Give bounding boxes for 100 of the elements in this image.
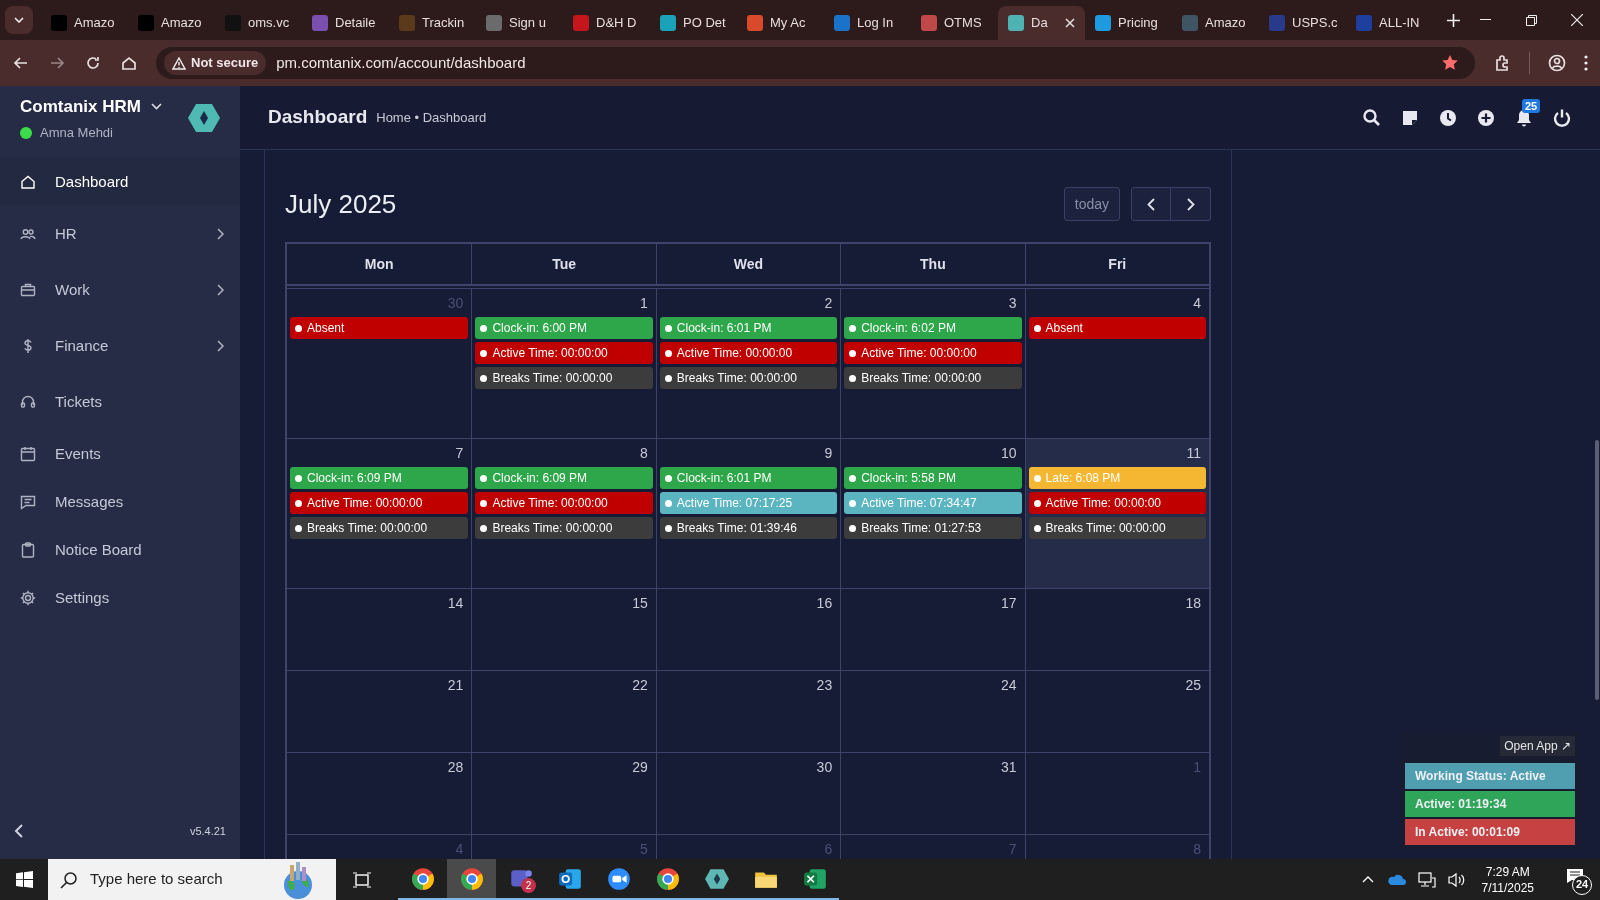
sidebar-item[interactable]: Events [0, 430, 240, 478]
cloud-icon[interactable] [1385, 873, 1406, 886]
open-app-button[interactable]: Open App ↗ [1500, 736, 1575, 756]
menu-icon[interactable] [1584, 55, 1588, 71]
browser-tab[interactable]: Amazo [41, 6, 128, 40]
browser-tab[interactable]: Detaile [302, 6, 389, 40]
previous-button[interactable] [1131, 187, 1171, 221]
collapse-icon[interactable] [14, 824, 23, 838]
day-cell[interactable]: 15 [471, 589, 656, 670]
reload-icon[interactable] [84, 54, 102, 72]
scrollbar-thumb[interactable] [1595, 440, 1599, 700]
chevron-down-icon[interactable] [150, 102, 162, 110]
day-cell[interactable]: 21 [287, 671, 472, 752]
extensions-icon[interactable] [1493, 54, 1511, 72]
day-cell[interactable]: 22 [471, 671, 656, 752]
taskbar-app[interactable]: 2 [496, 859, 545, 900]
calendar-event[interactable]: Active Time: 00:00:00 [659, 342, 838, 364]
browser-tab[interactable]: Pricing [1085, 6, 1172, 40]
day-cell[interactable]: 4 Absent [1024, 289, 1209, 438]
tab-search-button[interactable] [5, 6, 33, 34]
app-name[interactable]: Comtanix HRM [20, 93, 141, 119]
sidebar-item[interactable]: Settings [0, 574, 240, 622]
sidebar-item[interactable]: Finance [0, 318, 240, 374]
taskbar-search-field[interactable]: Type here to search [48, 859, 336, 900]
day-cell[interactable]: 30 Absent [287, 289, 472, 438]
day-cell[interactable]: 18 [1024, 589, 1209, 670]
calendar-event[interactable]: Absent [290, 317, 469, 339]
browser-tab[interactable]: Amazo [1172, 6, 1259, 40]
star-icon[interactable] [1441, 54, 1459, 72]
day-number: 29 [632, 757, 648, 777]
browser-tab[interactable]: My Ac [737, 6, 824, 40]
browser-app-icon [458, 865, 485, 892]
profile-icon[interactable] [1548, 54, 1566, 72]
day-cell[interactable]: 31 [840, 753, 1025, 834]
power-icon[interactable] [1552, 107, 1572, 128]
sidebar-item[interactable]: Tickets [0, 374, 240, 430]
calendar-event[interactable]: Breaks Time: 00:00:00 [1028, 517, 1206, 539]
browser-tab[interactable]: Sign u [476, 6, 563, 40]
calendar-event[interactable]: Breaks Time: 00:00:00 [475, 517, 653, 539]
day-cell[interactable]: 10 Clock-in: 5:58 PM Active Time: 07:34:47 Breaks Time: 01:27:53 [840, 439, 1025, 588]
video-app-icon [605, 865, 632, 892]
browser-tab[interactable]: D&H D [563, 6, 650, 40]
day-cell[interactable]: 25 [1024, 671, 1209, 752]
taskbar-app[interactable] [447, 859, 496, 900]
next-button[interactable] [1171, 187, 1211, 221]
calendar-event[interactable]: Breaks Time: 01:39:46 [659, 517, 838, 539]
today-button[interactable]: today [1063, 187, 1120, 221]
day-cell[interactable]: 30 [655, 753, 841, 834]
calendar-event[interactable]: Active Time: 00:00:00 [475, 492, 653, 514]
close-icon[interactable] [1065, 18, 1075, 28]
security-chip[interactable]: Not secure [164, 51, 267, 75]
calendar-event[interactable]: Active Time: 00:00:00 [1028, 492, 1206, 514]
volume-icon[interactable] [1447, 871, 1466, 888]
browser-tab[interactable]: Trackin [389, 6, 476, 40]
calendar-event[interactable]: Active Time: 00:00:00 [290, 492, 469, 514]
browser-tab[interactable]: oms.vc [215, 6, 302, 40]
calendar-event[interactable]: Absent [1028, 317, 1206, 339]
calendar-event[interactable]: Breaks Time: 00:00:00 [844, 367, 1022, 389]
day-cell[interactable]: 23 [655, 671, 841, 752]
browser-tab[interactable]: Da [998, 6, 1085, 40]
sidebar-item[interactable]: Messages [0, 478, 240, 526]
add-icon[interactable] [1476, 107, 1496, 128]
calendar-event[interactable]: Breaks Time: 00:00:00 [290, 517, 469, 539]
sidebar-item[interactable]: Notice Board [0, 526, 240, 574]
new-tab-icon[interactable] [1447, 14, 1460, 27]
search-icon[interactable] [1362, 107, 1382, 128]
browser-tab[interactable]: ALL-IN [1346, 6, 1433, 40]
calendar-event[interactable]: Active Time: 00:00:00 [844, 342, 1022, 364]
day-cell[interactable]: 17 [840, 589, 1025, 670]
sidebar-item[interactable]: Dashboard [0, 158, 240, 206]
day-cell[interactable]: 7 Clock-in: 6:09 PM Active Time: 00:00:00 Breaks Time: 00:00:00 [287, 439, 472, 588]
home-icon[interactable] [120, 54, 138, 72]
day-cell[interactable]: 24 [840, 671, 1025, 752]
browser-tab[interactable]: Amazo [128, 6, 215, 40]
browser-tab[interactable]: PO Det [650, 6, 737, 40]
browser-tab[interactable]: USPS.c [1259, 6, 1346, 40]
taskbar-clock[interactable]: 7:29 AM 7/11/2025 [1477, 863, 1538, 896]
calendar-event[interactable]: Active Time: 00:00:00 [475, 342, 653, 364]
day-cell[interactable]: 16 [655, 589, 841, 670]
day-cell[interactable]: 8 Clock-in: 6:09 PM Active Time: 00:00:00 Breaks Time: 00:00:00 [471, 439, 656, 588]
chevron-up-icon[interactable] [1361, 876, 1374, 883]
calendar-event[interactable]: Breaks Time: 00:00:00 [659, 367, 838, 389]
calendar-event[interactable]: Breaks Time: 01:27:53 [844, 517, 1022, 539]
day-cell[interactable]: 1 Clock-in: 6:00 PM Active Time: 00:00:00 Breaks Time: 00:00:00 [471, 289, 656, 438]
browser-tab[interactable]: Log In [824, 6, 911, 40]
sidebar-item[interactable]: Work [0, 262, 240, 318]
day-cell[interactable]: 2 Clock-in: 6:01 PM Active Time: 00:00:00 Breaks Time: 00:00:00 [655, 289, 841, 438]
network-icon[interactable] [1417, 871, 1436, 888]
day-cell[interactable]: 11 Late: 6:08 PM Active Time: 00:00:00 Breaks Time: 00:00:00 [1024, 439, 1209, 588]
day-cell[interactable]: 3 Clock-in: 6:02 PM Active Time: 00:00:00 Breaks Time: 00:00:00 [840, 289, 1025, 438]
sidebar-item[interactable]: HR [0, 206, 240, 262]
clock-icon[interactable] [1438, 107, 1458, 128]
calendar-event[interactable]: Breaks Time: 00:00:00 [475, 367, 653, 389]
day-cell[interactable]: 9 Clock-in: 6:01 PM Active Time: 07:17:25 Breaks Time: 01:39:46 [655, 439, 841, 588]
task-view-icon [353, 871, 371, 888]
day-cell[interactable]: 28 [287, 753, 472, 834]
day-cell[interactable]: 14 [287, 589, 472, 670]
day-cell[interactable]: 29 [471, 753, 656, 834]
browser-tab[interactable]: OTMS [911, 6, 998, 40]
address-bar[interactable]: Not secure pm.comtanix.com/account/dashboard [156, 47, 1475, 79]
